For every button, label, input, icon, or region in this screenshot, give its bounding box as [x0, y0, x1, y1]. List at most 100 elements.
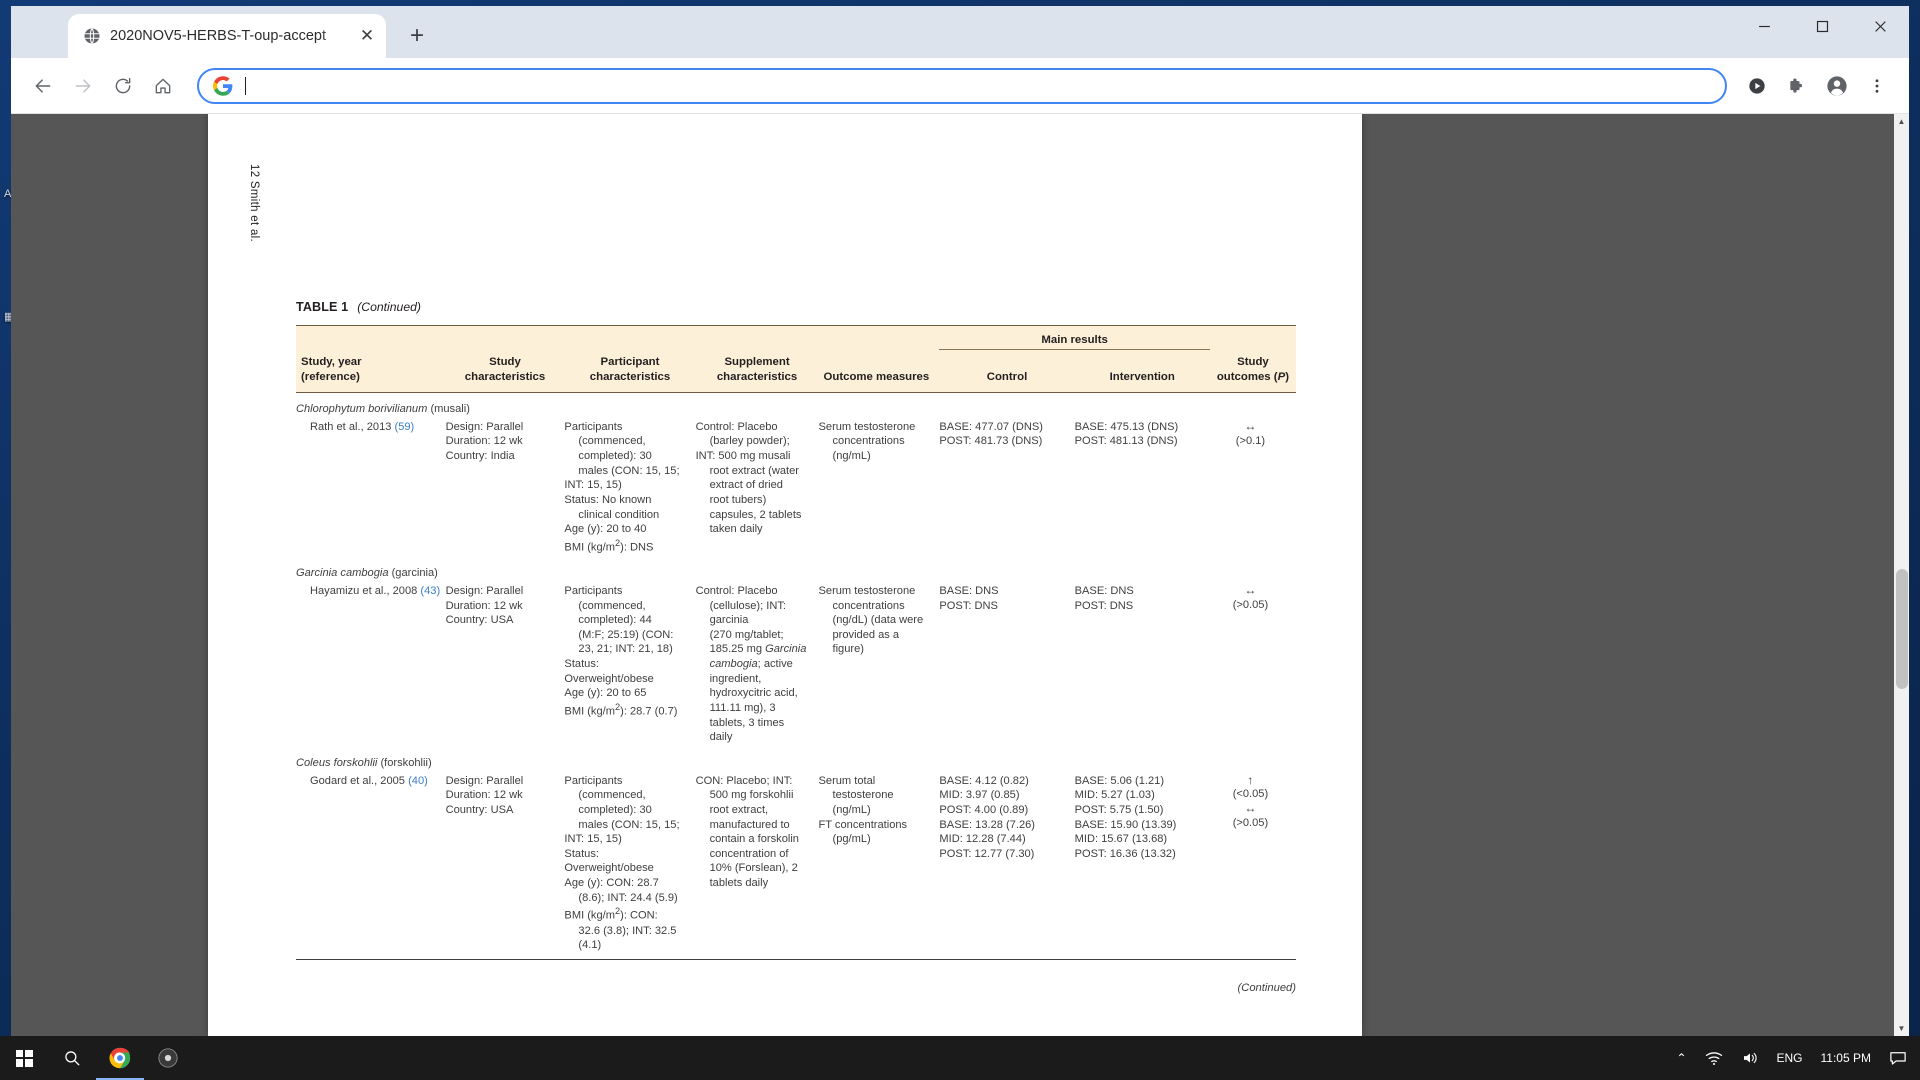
outcome-direction-icon: ↔ [1244, 801, 1257, 816]
table-body: Chlorophytum borivilianum (musali) Rath e… [296, 393, 1296, 955]
supplement-characteristic-line: 10% (Forslean), 2 [709, 862, 798, 875]
close-icon[interactable]: ✕ [354, 23, 380, 49]
table-column-header-row: Study, year (reference) Study characteri… [296, 352, 1296, 393]
cell-control-results: BASE: 4.12 (0.82) MID: 3.97 (0.85) POST: 4… [939, 772, 1074, 955]
scrollbar-thumb[interactable] [1896, 569, 1908, 689]
taskbar-search-button[interactable] [48, 1036, 96, 1080]
participant-characteristic-line: Participants [564, 584, 623, 597]
participant-characteristic-line: INT: 15, 15) [564, 479, 622, 492]
table-label: TABLE 1 [296, 300, 349, 314]
media-control-button[interactable] [1737, 66, 1777, 106]
participant-characteristic-line: Age (y): 20 to 40 [564, 523, 647, 536]
running-head-text: 12 Smith et al. [248, 164, 260, 243]
back-button[interactable] [23, 66, 63, 106]
participant-characteristic-line: (commenced, [578, 435, 646, 448]
species-common-name: (forskohlii) [380, 756, 432, 769]
participant-characteristic-line: males (CON: 15, 15; [578, 818, 680, 831]
cell-intervention-results: BASE: 5.06 (1.21) MID: 5.27 (1.03) POST: 5… [1075, 772, 1210, 955]
tray-volume-button[interactable] [1732, 1036, 1768, 1080]
browser-tab[interactable]: 2020NOV5-HERBS-T-oup-accept ✕ [68, 14, 386, 58]
participant-characteristic-line: BMI (kg/m2): DNS [564, 537, 654, 554]
page-scrollbar[interactable]: ▲ ▼ [1894, 114, 1909, 1036]
species-common-name: (garcinia) [391, 567, 438, 580]
control-result-line: BASE: 13.28 (7.26) [939, 818, 1035, 831]
intervention-result-line: BASE: 5.06 (1.21) [1074, 774, 1165, 787]
intervention-result-line: BASE: 15.90 (13.39) [1074, 818, 1177, 831]
supplement-characteristic-line: hydroxycitric acid, [709, 687, 798, 700]
participant-characteristic-line: 32.6 (3.8); INT: 32.5 [578, 924, 677, 937]
column-header-supplement-characteristics-l2: characteristics [716, 370, 798, 383]
scroll-up-icon[interactable]: ▲ [1894, 114, 1909, 129]
reload-button[interactable] [103, 66, 143, 106]
study-reference-link[interactable]: (59) [395, 421, 415, 433]
windows-logo-icon [15, 1049, 33, 1067]
running-head: 12 Smith et al. [248, 164, 268, 242]
cell-intervention-results: BASE: DNS POST: DNS [1075, 582, 1210, 747]
taskbar-chrome-button[interactable] [96, 1036, 144, 1080]
species-common-name: (musali) [430, 403, 470, 416]
supplement-characteristic-line: CON: Placebo; INT: [695, 774, 793, 787]
profile-icon[interactable] [1817, 66, 1857, 106]
cell-study-outcomes: ↑ (<0.05) ↔ (>0.05) [1210, 772, 1296, 955]
tray-clock[interactable]: 11:05 PM [1812, 1036, 1880, 1080]
extensions-icon[interactable] [1777, 66, 1817, 106]
supplement-characteristic-line: root tubers) [709, 494, 767, 507]
study-citation: Godard et al., 2005 (40) [296, 774, 441, 789]
address-bar[interactable] [197, 67, 1727, 104]
table-container: TABLE 1 (Continued) Main results Study, … [296, 300, 1296, 994]
cell-control-results: BASE: 477.07 (DNS) POST: 481.73 (DNS) [939, 418, 1074, 557]
column-header-supplement-characteristics-l1: Supplement [724, 356, 790, 368]
participant-characteristic-line: (8.6); INT: 24.4 (5.9) [578, 891, 678, 904]
supplement-characteristic-line: INT: 500 mg musali [695, 450, 791, 463]
table-species-row: Garcinia cambogia (garcinia) [296, 557, 1296, 582]
column-header-participant-characteristics-l1: Participant [600, 356, 660, 368]
window-close-button[interactable] [1851, 6, 1909, 46]
supplement-characteristic-line: garcinia [709, 614, 749, 627]
new-tab-button[interactable]: + [400, 19, 434, 53]
supplement-characteristic-line: (cellulose); INT: [709, 599, 787, 612]
taskbar-app-button[interactable] [144, 1036, 192, 1080]
intervention-result-line: BASE: DNS [1074, 584, 1134, 597]
column-header-participant-characteristics: Participant characteristics [564, 352, 695, 393]
participant-characteristic-line: Overweight/obese [564, 862, 654, 875]
species-label: Chlorophytum borivilianum (musali) [296, 393, 1296, 418]
browser-menu-button[interactable] [1857, 66, 1897, 106]
cell-participant-characteristics: Participants (commenced, completed): 30 mal… [564, 418, 695, 557]
control-result-line: MID: 12.28 (7.44) [939, 833, 1026, 846]
supplement-characteristic-line: manufactured to [709, 818, 790, 831]
tray-language-button[interactable]: ENG [1768, 1036, 1812, 1080]
study-characteristic-line: Design: Parallel [445, 420, 524, 433]
study-characteristic-line: Design: Parallel [445, 584, 524, 597]
tray-expand-button[interactable]: ⌃ [1667, 1036, 1695, 1080]
supplement-characteristic-line: tablets, 3 times [709, 716, 785, 729]
study-reference-link[interactable]: (40) [408, 775, 428, 787]
supplement-characteristic-line: root extract (water [709, 464, 799, 477]
column-header-study-characteristics-l1: Study [489, 356, 521, 368]
tray-network-button[interactable] [1696, 1036, 1732, 1080]
home-button[interactable] [143, 66, 183, 106]
scroll-down-icon[interactable]: ▼ [1894, 1021, 1909, 1036]
tray-notifications-button[interactable] [1880, 1036, 1916, 1080]
cell-study-characteristics: Design: Parallel Duration: 12 wk Country: … [446, 772, 565, 955]
control-result-line: BASE: DNS [939, 584, 999, 597]
group-header-spacer-right [1210, 326, 1296, 353]
control-result-line: BASE: 477.07 (DNS) [939, 420, 1043, 433]
supplement-characteristic-line: contain a forskolin [709, 833, 799, 846]
table-species-row: Coleus forskohlii (forskohlii) [296, 747, 1296, 772]
window-controls [1735, 6, 1909, 46]
maximize-button[interactable] [1793, 6, 1851, 46]
outcome-measure-line: concentrations [832, 599, 905, 612]
study-author-year: Rath et al., 2013 [310, 420, 392, 433]
column-header-study-year-l1: Study, year [301, 356, 362, 368]
data-table: Main results Study, year (reference) Stu… [296, 325, 1296, 955]
outcome-measure-line: (ng/dL) (data were [832, 614, 924, 627]
study-reference-link[interactable]: (43) [420, 585, 440, 597]
start-button[interactable] [0, 1036, 48, 1080]
outcome-measure-line: Serum total [818, 774, 876, 787]
notification-icon [1890, 1052, 1906, 1065]
browser-tab-strip: 2020NOV5-HERBS-T-oup-accept ✕ + [11, 6, 1909, 58]
intervention-result-line: MID: 5.27 (1.03) [1074, 789, 1155, 802]
minimize-button[interactable] [1735, 6, 1793, 46]
intervention-result-line: POST: 5.75 (1.50) [1074, 803, 1164, 816]
forward-button[interactable] [63, 66, 103, 106]
